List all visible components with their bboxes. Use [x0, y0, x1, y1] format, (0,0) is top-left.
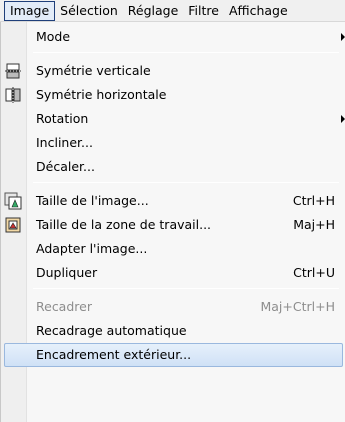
menu-item-label: Taille de l'image... [36, 193, 149, 208]
menubar-view[interactable]: Affichage [224, 2, 293, 21]
menu-item-shortcut: Ctrl+H [292, 193, 335, 208]
menu-separator [33, 288, 339, 289]
menu-item-label: Dupliquer [36, 265, 98, 280]
menubar-selection[interactable]: Sélection [55, 2, 123, 21]
menu-item-mode[interactable]: Mode [1, 25, 345, 49]
menu-bar: Image Sélection Réglage Filtre Affichage [0, 0, 345, 22]
menu-item-duplicate[interactable]: Dupliquer Ctrl+U [1, 261, 345, 285]
menu-item-label: Rotation [36, 111, 89, 126]
menu-item-skew[interactable]: Incliner... [1, 131, 345, 155]
menu-item-label: Encadrement extérieur... [36, 347, 192, 362]
menu-item-label: Taille de la zone de travail... [36, 217, 212, 232]
submenu-arrow-icon [341, 33, 345, 41]
menu-item-label: Recadrage automatique [36, 323, 187, 338]
image-size-icon [4, 192, 22, 210]
menu-item-shortcut: Ctrl+U [293, 265, 335, 280]
menu-item-canvas-size[interactable]: Taille de la zone de travail... Maj+H [1, 213, 345, 237]
menu-item-crop: Recadrer Maj+Ctrl+H [1, 295, 345, 319]
menubar-filter[interactable]: Filtre [183, 2, 224, 21]
menu-item-label: Adapter l'image... [36, 241, 148, 256]
menu-separator [33, 182, 339, 183]
menu-item-offset[interactable]: Décaler... [1, 155, 345, 179]
menu-item-shortcut: Maj+Ctrl+H [260, 299, 335, 314]
menu-item-flip-horizontal[interactable]: Symétrie horizontale [1, 83, 345, 107]
image-dropdown-menu: Mode Symétrie verticale Symétrie horizon… [0, 22, 345, 422]
menu-separator [33, 52, 339, 53]
menubar-image[interactable]: Image [4, 1, 56, 21]
menu-item-auto-crop[interactable]: Recadrage automatique [1, 319, 345, 343]
menu-item-shortcut: Maj+H [293, 217, 335, 232]
flip-horizontal-icon [5, 87, 21, 103]
submenu-arrow-icon [341, 115, 345, 123]
menu-item-label: Symétrie horizontale [36, 87, 167, 102]
menu-item-label: Décaler... [36, 159, 95, 174]
menu-item-rotation[interactable]: Rotation [1, 107, 345, 131]
menu-item-label: Incliner... [36, 135, 93, 150]
menu-item-outer-frame[interactable]: Encadrement extérieur... [4, 343, 343, 367]
menu-item-fit-image[interactable]: Adapter l'image... [1, 237, 345, 261]
menubar-adjust[interactable]: Réglage [123, 2, 184, 21]
canvas-size-icon [5, 217, 21, 233]
menu-item-image-size[interactable]: Taille de l'image... Ctrl+H [1, 189, 345, 213]
flip-vertical-icon [5, 63, 21, 79]
menu-item-label: Recadrer [36, 299, 92, 314]
menu-item-label: Mode [36, 29, 71, 44]
menu-item-flip-vertical[interactable]: Symétrie verticale [1, 59, 345, 83]
menu-item-label: Symétrie verticale [36, 63, 151, 78]
